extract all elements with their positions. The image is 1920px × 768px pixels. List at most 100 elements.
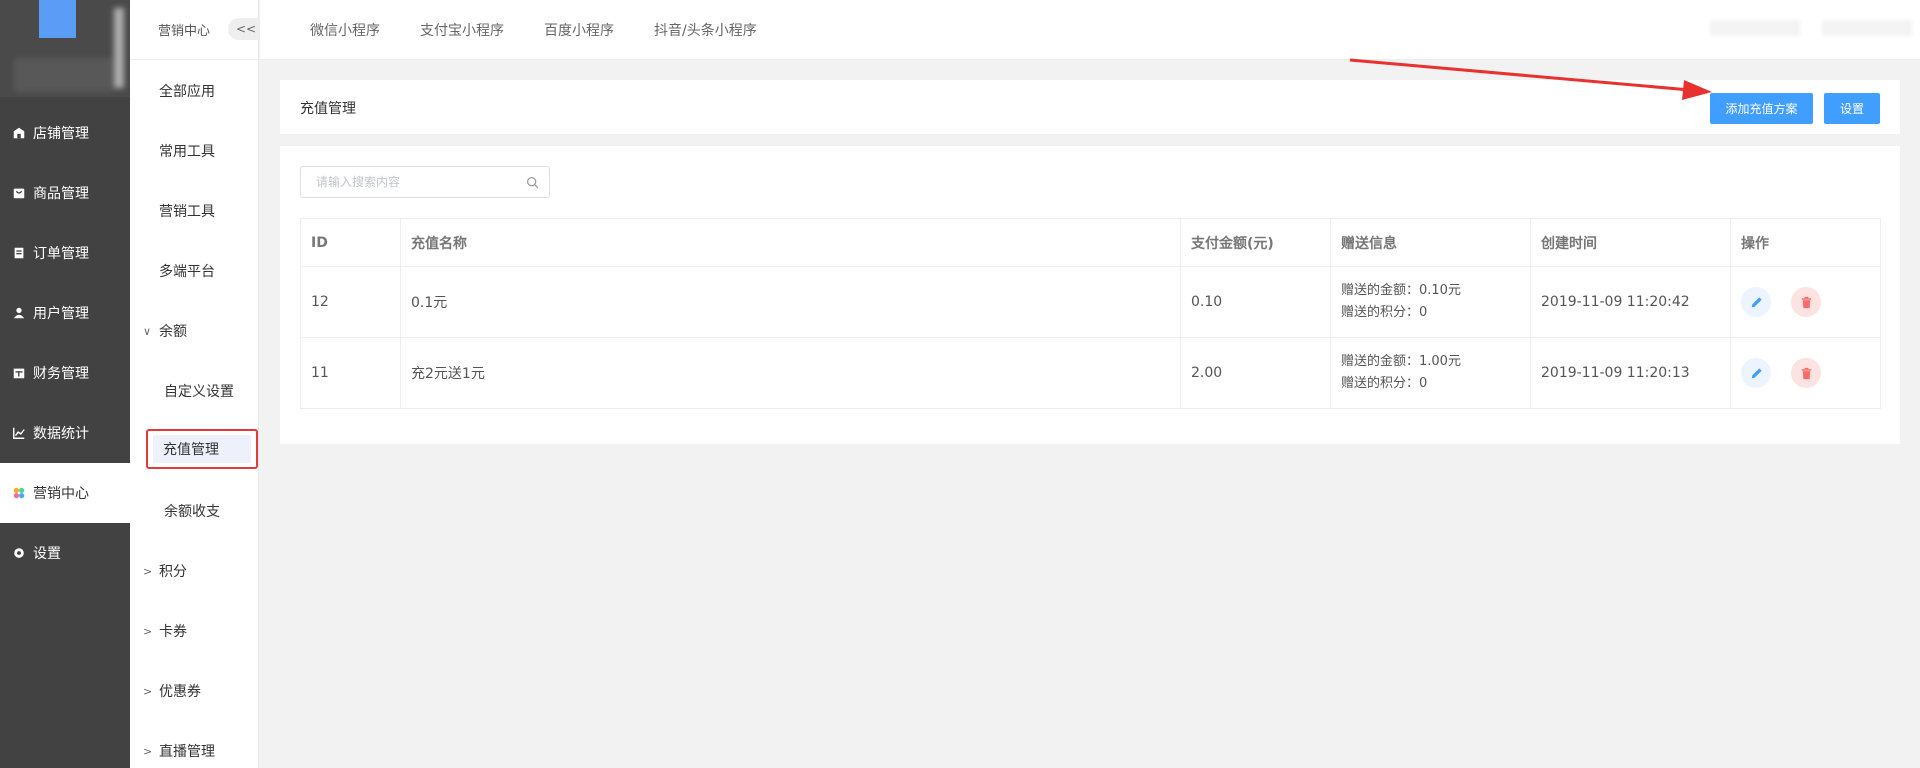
sub-sidebar: 营销中心 << 全部应用 常用工具 营销工具 多端平台 ∨ 余额 自定义设置 余… — [130, 0, 268, 768]
gift-amount: 赠送的金额：1.00元 — [1341, 354, 1461, 369]
table-row: 12 0.1元 0.10 赠送的金额：0.10元 赠送的积分：0 2019-11… — [300, 266, 1881, 338]
subnav-balance-flow[interactable]: 余额收支 — [130, 489, 258, 533]
sidebar-item-settings[interactable]: 设置 — [0, 523, 130, 583]
trash-icon — [1801, 367, 1812, 379]
gift-points: 赠送的积分：0 — [1341, 305, 1428, 320]
sub-sidebar-title: 营销中心 — [158, 24, 211, 39]
page-header-card: 充值管理 添加充值方案 设置 — [280, 80, 1900, 134]
cell-gift: 赠送的金额：1.00元 赠送的积分：0 — [1330, 337, 1531, 409]
subnav-label: 营销工具 — [159, 204, 215, 220]
store-icon — [12, 126, 26, 140]
table-header-row: ID 充值名称 支付金额(元) 赠送信息 创建时间 操作 — [300, 218, 1881, 267]
sidebar-item-label: 订单管理 — [33, 246, 89, 262]
subnav-marketing-tools[interactable]: 营销工具 — [130, 189, 258, 233]
tab-douyin[interactable]: 抖音/头条小程序 — [654, 20, 757, 40]
tab-wechat[interactable]: 微信小程序 — [310, 20, 380, 40]
sidebar-item-label: 商品管理 — [33, 186, 89, 202]
sidebar-item-finance[interactable]: 财务管理 — [0, 343, 130, 403]
subnav-cards[interactable]: > 卡券 — [130, 609, 258, 653]
add-recharge-plan-button[interactable]: 添加充值方案 — [1710, 93, 1813, 124]
column-header-gift: 赠送信息 — [1330, 218, 1531, 267]
cell-name: 0.1元 — [400, 266, 1181, 338]
delete-button[interactable] — [1791, 358, 1822, 388]
cell-amount: 2.00 — [1180, 337, 1331, 409]
goods-icon — [12, 186, 26, 200]
cell-amount: 0.10 — [1180, 266, 1331, 338]
column-header-created: 创建时间 — [1530, 218, 1731, 267]
blurred-top-menu[interactable] — [1710, 20, 1800, 36]
sidebar-item-label: 店铺管理 — [33, 126, 89, 142]
sidebar-item-marketing[interactable]: 营销中心 — [0, 463, 130, 523]
logo-area — [0, 0, 130, 97]
subnav-custom-settings[interactable]: 自定义设置 — [130, 369, 258, 413]
tab-alipay[interactable]: 支付宝小程序 — [420, 20, 504, 40]
sidebar-item-label: 营销中心 — [33, 486, 89, 502]
cell-created: 2019-11-09 11:20:42 — [1530, 266, 1731, 338]
subnav-label: 自定义设置 — [164, 384, 234, 400]
tab-baidu[interactable]: 百度小程序 — [544, 20, 614, 40]
subnav-points[interactable]: > 积分 — [130, 549, 258, 593]
subnav-label: 积分 — [159, 564, 187, 580]
cell-ops — [1730, 266, 1881, 338]
subnav-label: 卡券 — [159, 624, 187, 640]
gift-points: 赠送的积分：0 — [1341, 376, 1428, 391]
subnav-label: 优惠券 — [159, 684, 201, 700]
column-header-amount: 支付金额(元) — [1180, 218, 1331, 267]
pencil-icon — [1751, 296, 1762, 307]
sidebar-item-label: 用户管理 — [33, 306, 89, 322]
column-header-id: ID — [300, 218, 401, 267]
marketing-icon — [12, 486, 26, 500]
logo-divider — [114, 8, 124, 88]
chevron-right-icon: > — [143, 684, 153, 698]
sidebar-item-users[interactable]: 用户管理 — [0, 283, 130, 343]
cell-name: 充2元送1元 — [400, 337, 1181, 409]
subnav-label: 常用工具 — [159, 144, 215, 160]
search-icon[interactable] — [526, 176, 539, 189]
search-input[interactable] — [301, 168, 511, 196]
settings-button[interactable]: 设置 — [1824, 93, 1880, 124]
subnav-balance[interactable]: ∨ 余额 — [130, 309, 258, 353]
shop-name-blurred — [14, 58, 114, 92]
subnav-multi-platform[interactable]: 多端平台 — [130, 249, 258, 293]
subnav-all-apps[interactable]: 全部应用 — [130, 69, 258, 113]
cell-id: 12 — [300, 266, 401, 338]
subnav-label: 余额收支 — [164, 504, 220, 520]
recharge-list-card: ID 充值名称 支付金额(元) 赠送信息 创建时间 操作 12 0.1元 0.1… — [280, 146, 1900, 444]
finance-icon — [12, 366, 26, 380]
trash-icon — [1801, 296, 1812, 308]
subnav-recharge-management[interactable]: 充值管理 — [146, 429, 258, 469]
sidebar-item-label: 设置 — [33, 546, 61, 562]
subnav-label: 余额 — [159, 324, 187, 340]
subnav-live[interactable]: > 直播管理 — [130, 729, 258, 768]
edit-button[interactable] — [1741, 287, 1771, 317]
cell-ops — [1730, 337, 1881, 409]
sidebar-item-label: 财务管理 — [33, 366, 89, 382]
gift-amount: 赠送的金额：0.10元 — [1341, 283, 1461, 298]
table-row: 11 充2元送1元 2.00 赠送的金额：1.00元 赠送的积分：0 2019-… — [300, 337, 1881, 409]
logo[interactable] — [39, 0, 76, 38]
chart-icon — [12, 426, 26, 440]
sidebar-item-goods[interactable]: 商品管理 — [0, 163, 130, 223]
blurred-top-menu[interactable] — [1822, 20, 1912, 36]
delete-button[interactable] — [1791, 287, 1822, 317]
subnav-coupons[interactable]: > 优惠券 — [130, 669, 258, 713]
column-header-name: 充值名称 — [400, 218, 1181, 267]
chevron-right-icon: > — [143, 744, 153, 758]
sidebar-item-statistics[interactable]: 数据统计 — [0, 403, 130, 463]
top-tab-bar: 微信小程序 支付宝小程序 百度小程序 抖音/头条小程序 — [260, 0, 1920, 60]
pencil-icon — [1751, 367, 1762, 378]
recharge-table: ID 充值名称 支付金额(元) 赠送信息 创建时间 操作 12 0.1元 0.1… — [300, 218, 1881, 409]
chevron-down-icon: ∨ — [143, 324, 152, 338]
cell-gift: 赠送的金额：0.10元 赠送的积分：0 — [1330, 266, 1531, 338]
search-box — [300, 166, 550, 198]
gear-icon — [12, 546, 26, 560]
order-icon — [12, 246, 26, 260]
subnav-common-tools[interactable]: 常用工具 — [130, 129, 258, 173]
edit-button[interactable] — [1741, 358, 1771, 388]
sidebar-item-store[interactable]: 店铺管理 — [0, 103, 130, 163]
cell-id: 11 — [300, 337, 401, 409]
sub-sidebar-header: 营销中心 << — [130, 0, 268, 60]
page-title: 充值管理 — [300, 101, 356, 117]
sidebar-item-label: 数据统计 — [33, 426, 89, 442]
sidebar-item-orders[interactable]: 订单管理 — [0, 223, 130, 283]
